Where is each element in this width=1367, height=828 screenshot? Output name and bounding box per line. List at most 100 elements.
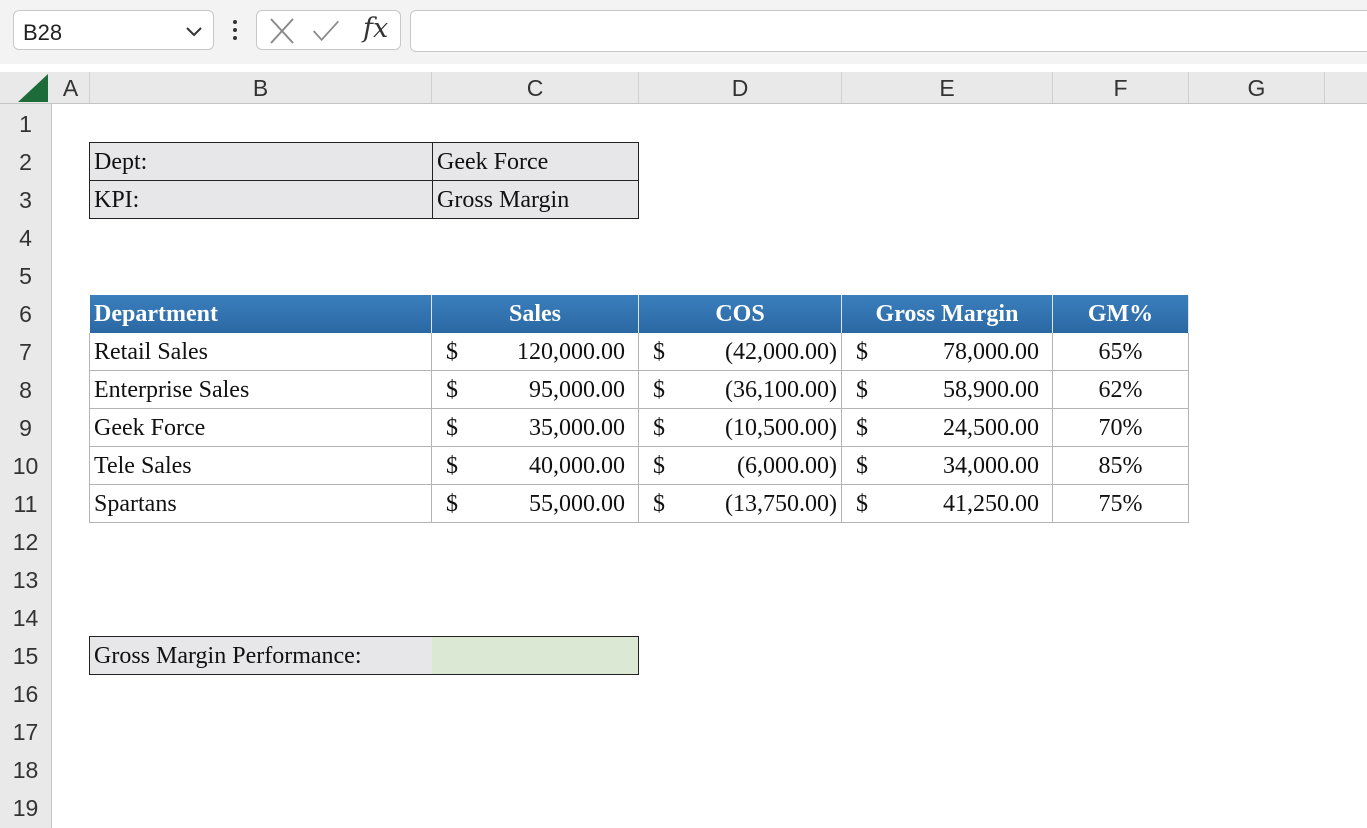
- gm-pct-cell[interactable]: 65%: [1053, 333, 1189, 371]
- cancel-icon[interactable]: [267, 17, 297, 45]
- gross-margin-value: 24,500.00: [943, 415, 1039, 441]
- row-header[interactable]: 16: [0, 674, 51, 712]
- gross-margin-value: 58,900.00: [943, 377, 1039, 403]
- select-all-triangle-icon: [18, 74, 48, 102]
- sales-cell[interactable]: $40,000.00: [432, 447, 639, 485]
- cos-value: (10,500.00): [725, 415, 837, 441]
- insert-function-icon[interactable]: fx: [363, 13, 388, 44]
- currency-symbol: $: [446, 415, 458, 441]
- gm-pct-cell[interactable]: 70%: [1053, 409, 1189, 447]
- gm-pct-cell[interactable]: 85%: [1053, 447, 1189, 485]
- gross-margin-cell[interactable]: $78,000.00: [842, 333, 1053, 371]
- currency-symbol: $: [856, 453, 868, 479]
- currency-symbol: $: [653, 415, 665, 441]
- formula-input[interactable]: [410, 10, 1367, 52]
- row-header[interactable]: 3: [0, 180, 51, 218]
- row-header[interactable]: 2: [0, 142, 51, 180]
- table-header-gm-pct[interactable]: GM%: [1053, 295, 1189, 333]
- cos-cell[interactable]: $ (6,000.00): [639, 447, 842, 485]
- row-header[interactable]: 17: [0, 712, 51, 750]
- table-header-cos[interactable]: COS: [639, 295, 842, 333]
- department-cell[interactable]: Tele Sales: [89, 447, 432, 485]
- row-header[interactable]: 10: [0, 446, 51, 484]
- cos-value: (6,000.00): [737, 453, 837, 479]
- gross-margin-performance-value[interactable]: [432, 636, 639, 675]
- currency-symbol: $: [446, 377, 458, 403]
- name-box[interactable]: B28: [13, 10, 214, 50]
- currency-symbol: $: [856, 339, 868, 365]
- table-header-gross-margin[interactable]: Gross Margin: [842, 295, 1053, 333]
- table-header-sales[interactable]: Sales: [432, 295, 639, 333]
- row-header[interactable]: 4: [0, 218, 51, 256]
- department-cell[interactable]: Enterprise Sales: [89, 371, 432, 409]
- currency-symbol: $: [856, 377, 868, 403]
- kpi-value-cell[interactable]: Gross Margin: [432, 180, 639, 219]
- row-header[interactable]: 18: [0, 750, 51, 788]
- cos-value: (36,100.00): [725, 377, 837, 403]
- department-cell[interactable]: Geek Force: [89, 409, 432, 447]
- cos-cell[interactable]: $ (36,100.00): [639, 371, 842, 409]
- dept-label-cell[interactable]: Dept:: [89, 142, 433, 181]
- row-header[interactable]: 13: [0, 560, 51, 598]
- currency-symbol: $: [653, 377, 665, 403]
- row-header[interactable]: 9: [0, 408, 51, 446]
- row-header-column: 1 2 3 4 5 6 7 8 9 10 11 12 13 14 15 16 1…: [0, 104, 52, 828]
- cos-value: (13,750.00): [725, 491, 837, 517]
- enter-check-icon[interactable]: [311, 17, 341, 45]
- sales-value: 40,000.00: [529, 453, 625, 479]
- column-header-row: A B C D E F G: [0, 72, 1367, 104]
- currency-symbol: $: [653, 453, 665, 479]
- gross-margin-cell[interactable]: $34,000.00: [842, 447, 1053, 485]
- cos-value: (42,000.00): [725, 339, 837, 365]
- select-all-button[interactable]: [0, 72, 52, 104]
- currency-symbol: $: [856, 415, 868, 441]
- row-header[interactable]: 12: [0, 522, 51, 560]
- cos-cell[interactable]: $ (13,750.00): [639, 485, 842, 523]
- table-header-department[interactable]: Department: [90, 295, 432, 333]
- currency-symbol: $: [653, 339, 665, 365]
- gross-margin-value: 41,250.00: [943, 491, 1039, 517]
- row-header[interactable]: 1: [0, 104, 51, 142]
- gross-margin-cell[interactable]: $58,900.00: [842, 371, 1053, 409]
- row-header[interactable]: 11: [0, 484, 51, 522]
- gross-margin-cell[interactable]: $41,250.00: [842, 485, 1053, 523]
- currency-symbol: $: [446, 339, 458, 365]
- currency-symbol: $: [653, 491, 665, 517]
- column-header-c[interactable]: C: [432, 72, 639, 103]
- column-header-d[interactable]: D: [639, 72, 842, 103]
- kpi-label-cell[interactable]: KPI:: [89, 180, 433, 219]
- column-header-a[interactable]: A: [52, 72, 90, 103]
- column-header-f[interactable]: F: [1053, 72, 1189, 103]
- row-header[interactable]: 6: [0, 294, 51, 332]
- cos-cell[interactable]: $ (42,000.00): [639, 333, 842, 371]
- department-cell[interactable]: Retail Sales: [89, 333, 432, 371]
- column-header-b[interactable]: B: [90, 72, 432, 103]
- gm-pct-cell[interactable]: 75%: [1053, 485, 1189, 523]
- gross-margin-cell[interactable]: $24,500.00: [842, 409, 1053, 447]
- row-header[interactable]: 5: [0, 256, 51, 294]
- sales-cell[interactable]: $55,000.00: [432, 485, 639, 523]
- formula-bar: B28 fx: [0, 0, 1367, 64]
- cos-cell[interactable]: $ (10,500.00): [639, 409, 842, 447]
- sales-value: 95,000.00: [529, 377, 625, 403]
- chevron-down-icon[interactable]: [185, 22, 203, 40]
- column-header-g[interactable]: G: [1189, 72, 1325, 103]
- row-header[interactable]: 7: [0, 332, 51, 370]
- dept-value-cell[interactable]: Geek Force: [432, 142, 639, 181]
- gross-margin-performance-label[interactable]: Gross Margin Performance:: [89, 636, 433, 675]
- row-header[interactable]: 15: [0, 636, 51, 674]
- gross-margin-value: 78,000.00: [943, 339, 1039, 365]
- department-cell[interactable]: Spartans: [89, 485, 432, 523]
- row-header[interactable]: 19: [0, 788, 51, 826]
- currency-symbol: $: [446, 453, 458, 479]
- sales-value: 120,000.00: [517, 339, 625, 365]
- sales-cell[interactable]: $95,000.00: [432, 371, 639, 409]
- currency-symbol: $: [856, 491, 868, 517]
- sales-cell[interactable]: $35,000.00: [432, 409, 639, 447]
- row-header[interactable]: 14: [0, 598, 51, 636]
- more-options-icon[interactable]: [228, 18, 242, 44]
- column-header-e[interactable]: E: [842, 72, 1053, 103]
- sales-cell[interactable]: $120,000.00: [432, 333, 639, 371]
- gm-pct-cell[interactable]: 62%: [1053, 371, 1189, 409]
- row-header[interactable]: 8: [0, 370, 51, 408]
